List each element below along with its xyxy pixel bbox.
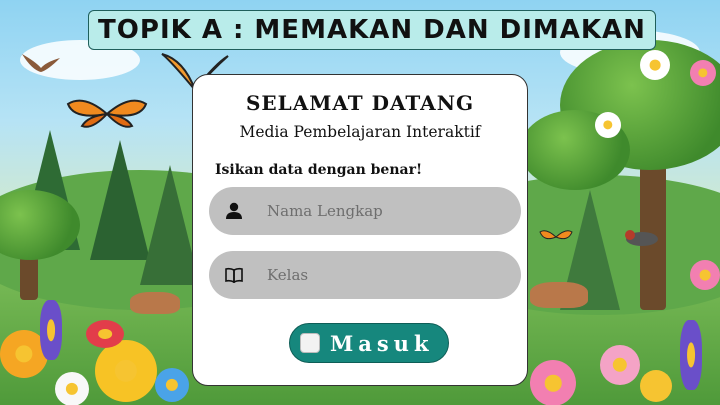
bird xyxy=(22,54,60,72)
flower xyxy=(640,50,670,80)
butterfly xyxy=(539,230,573,240)
name-field[interactable] xyxy=(209,187,521,235)
name-input[interactable] xyxy=(265,201,509,221)
butterfly xyxy=(66,99,148,128)
flower xyxy=(680,320,702,390)
title-banner: TOPIK A : MEMAKAN DAN DIMAKAN xyxy=(88,10,656,50)
login-card: SELAMAT DATANG Media Pembelajaran Intera… xyxy=(192,74,528,386)
bird xyxy=(625,230,658,246)
page-title: TOPIK A : MEMAKAN DAN DIMAKAN xyxy=(98,15,646,45)
form-instruction: Isikan data dengan benar! xyxy=(215,162,423,178)
login-button[interactable]: Masuk xyxy=(289,323,449,363)
pine-tree xyxy=(140,165,200,285)
flower xyxy=(155,368,189,402)
flower xyxy=(530,360,576,405)
checkbox-icon xyxy=(300,333,320,353)
subtitle: Media Pembelajaran Interaktif xyxy=(239,123,481,141)
flower xyxy=(640,370,672,402)
login-button-label: Masuk xyxy=(330,330,434,356)
flower xyxy=(595,112,621,138)
flower xyxy=(95,340,157,402)
user-icon xyxy=(223,200,245,222)
deer xyxy=(530,282,588,308)
flower xyxy=(600,345,640,385)
flower xyxy=(55,372,89,405)
class-field[interactable] xyxy=(209,251,521,299)
flower xyxy=(40,300,62,360)
class-input[interactable] xyxy=(265,265,509,285)
deer xyxy=(130,292,180,314)
welcome-heading: SELAMAT DATANG xyxy=(245,91,475,115)
flower xyxy=(86,320,124,348)
book-icon xyxy=(223,264,245,286)
flower xyxy=(690,260,720,290)
flower xyxy=(690,60,716,86)
